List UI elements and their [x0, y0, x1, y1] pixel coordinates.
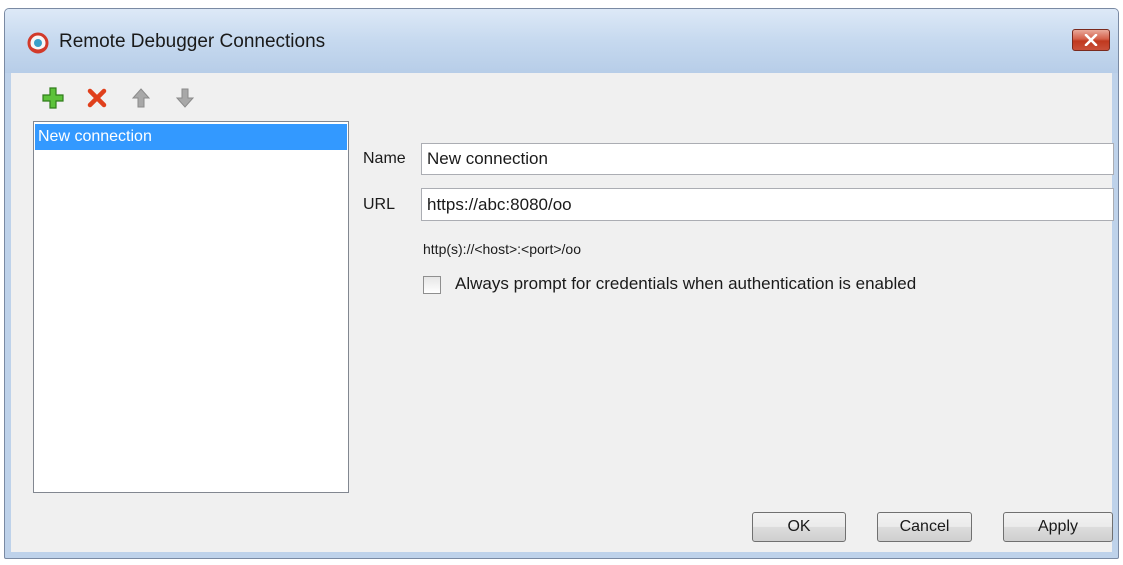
arrow-up-icon — [132, 88, 150, 108]
toolbar — [38, 83, 200, 113]
list-item[interactable]: New connection — [35, 124, 347, 150]
apply-button[interactable]: Apply — [1003, 512, 1113, 542]
ok-button[interactable]: OK — [752, 512, 846, 542]
move-down-button[interactable] — [170, 83, 200, 113]
move-up-button[interactable] — [126, 83, 156, 113]
url-format-hint: http(s)://<host>:<port>/oo — [423, 241, 581, 257]
prompt-credentials-checkbox[interactable] — [423, 276, 441, 294]
add-connection-button[interactable] — [38, 83, 68, 113]
x-icon — [87, 88, 107, 108]
dialog-content: New connection Name URL http(s)://<host>… — [11, 73, 1114, 552]
close-button[interactable] — [1072, 29, 1110, 51]
window-title: Remote Debugger Connections — [59, 31, 326, 52]
dialog-window: Remote Debugger Connections New connecti… — [4, 8, 1119, 559]
app-logo-icon — [27, 32, 49, 54]
prompt-credentials-label[interactable]: Always prompt for credentials when authe… — [455, 274, 916, 294]
url-label: URL — [363, 196, 396, 213]
remove-connection-button[interactable] — [82, 83, 112, 113]
name-label: Name — [363, 150, 406, 167]
name-input[interactable] — [421, 143, 1114, 175]
arrow-down-icon — [176, 88, 194, 108]
connection-list[interactable]: New connection — [33, 121, 349, 493]
title-bar[interactable]: Remote Debugger Connections — [5, 9, 1118, 73]
url-input[interactable] — [421, 188, 1114, 221]
cancel-button[interactable]: Cancel — [877, 512, 972, 542]
plus-icon — [42, 87, 64, 109]
close-icon — [1084, 34, 1098, 46]
